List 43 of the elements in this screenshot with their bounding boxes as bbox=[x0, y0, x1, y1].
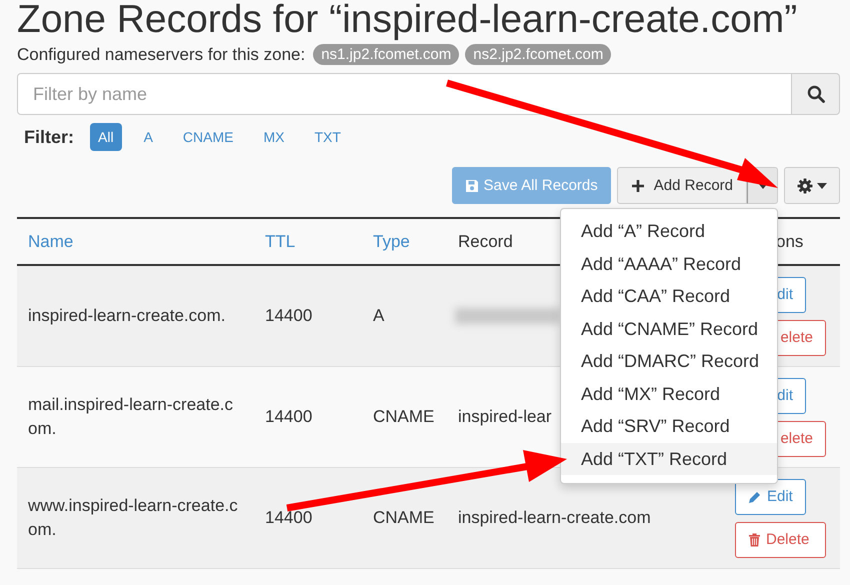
sortable-column-header[interactable]: Name bbox=[28, 232, 74, 250]
nameserver-badge: ns1.jp2.fcomet.com bbox=[313, 44, 460, 65]
filter-option[interactable]: A bbox=[136, 123, 161, 151]
menu-item[interactable]: Add “TXT” Record bbox=[561, 442, 777, 475]
plus-icon bbox=[630, 178, 645, 192]
menu-item[interactable]: Add “MX” Record bbox=[561, 378, 777, 410]
type-cell: CNAME bbox=[373, 407, 434, 426]
name-cell: mail.inspired-learn-create.com. bbox=[28, 395, 234, 438]
menu-item[interactable]: Add “A” Record bbox=[561, 215, 777, 248]
name-cell: www.inspired-learn-create.com. bbox=[28, 496, 238, 539]
delete-button[interactable]: Delete bbox=[735, 522, 826, 558]
caret-icon bbox=[817, 182, 827, 188]
page-title: Zone Records for “inspired-learn-create.com” bbox=[17, 0, 798, 43]
menu-item[interactable]: Add “AAAA” Record bbox=[561, 248, 777, 280]
ttl-cell: 14400 bbox=[265, 508, 312, 527]
nameservers-label: Configured nameservers for this zone: bbox=[17, 44, 306, 64]
trash-icon bbox=[748, 532, 761, 546]
search-button[interactable] bbox=[792, 73, 840, 115]
filter-option[interactable]: All bbox=[90, 123, 122, 151]
nameserver-badge: ns2.jp2.fcomet.com bbox=[465, 44, 612, 65]
sortable-column-header[interactable]: TTL bbox=[265, 232, 296, 250]
name-cell: inspired-learn-create.com. bbox=[28, 306, 226, 325]
search-icon bbox=[806, 85, 824, 103]
filter-option[interactable]: MX bbox=[255, 123, 292, 151]
type-cell: CNAME bbox=[373, 508, 434, 527]
filter-option[interactable]: TXT bbox=[306, 123, 349, 151]
settings-icon bbox=[797, 178, 813, 194]
search-field[interactable]: Filter by name bbox=[17, 73, 792, 115]
column-header: Record bbox=[458, 232, 513, 250]
menu-item[interactable]: Add “CAA” Record bbox=[561, 280, 777, 312]
ttl-cell: 14400 bbox=[265, 306, 312, 325]
pencil-icon bbox=[748, 490, 762, 504]
sortable-column-header[interactable]: Type bbox=[373, 232, 410, 250]
filter-label: Filter: bbox=[24, 126, 74, 148]
record-cell: inspired-learn-create.com bbox=[458, 508, 651, 527]
edit-button[interactable]: Edit bbox=[735, 478, 806, 514]
settings-button[interactable] bbox=[784, 167, 840, 204]
save-icon bbox=[464, 178, 479, 192]
add-record-button[interactable]: Add Record bbox=[616, 167, 747, 204]
type-cell: A bbox=[373, 306, 384, 325]
ttl-cell: 14400 bbox=[265, 407, 312, 426]
filter-option[interactable]: CNAME bbox=[174, 123, 242, 151]
record-cell: inspired-lear bbox=[458, 407, 552, 426]
